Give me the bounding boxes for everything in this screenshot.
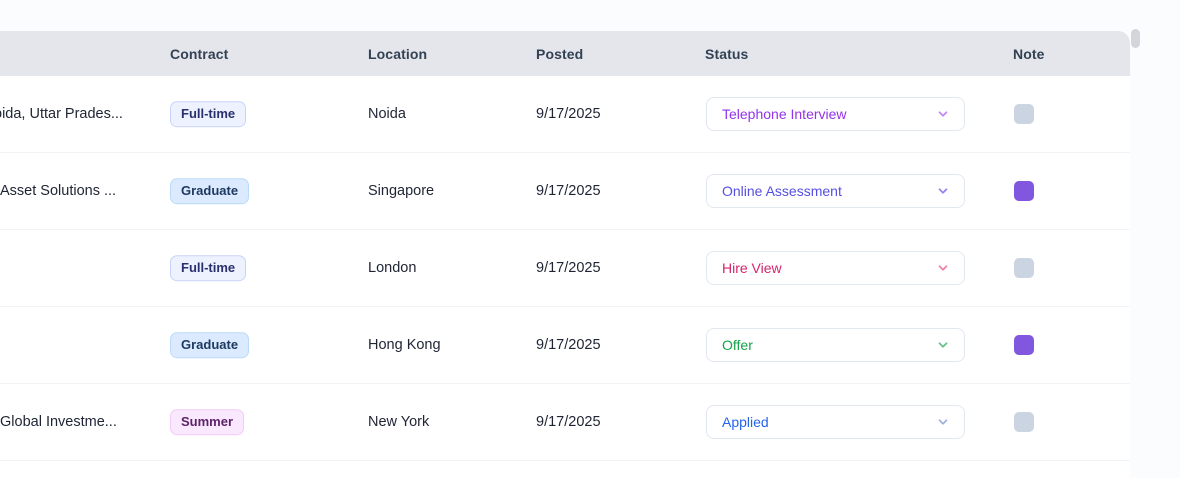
table-row: oida, Uttar Prades... Full-time Noida 9/… bbox=[0, 76, 1130, 153]
note-button[interactable] bbox=[1014, 258, 1034, 278]
posted-date-text: 9/17/2025 bbox=[536, 414, 601, 430]
status-dropdown[interactable]: Applied bbox=[706, 405, 965, 439]
contract-badge: Full-time bbox=[170, 101, 246, 127]
location-text: London bbox=[368, 260, 416, 276]
contract-badge: Summer bbox=[170, 409, 244, 435]
status-dropdown-value: Telephone Interview bbox=[722, 106, 847, 122]
table-row: Graduate Hong Kong 9/17/2025 Offer bbox=[0, 307, 1130, 384]
status-dropdown-value: Offer bbox=[722, 337, 753, 353]
note-button[interactable] bbox=[1014, 412, 1034, 432]
column-header-status: Status bbox=[705, 46, 748, 62]
contract-badge: Full-time bbox=[170, 255, 246, 281]
column-header-location: Location bbox=[368, 46, 427, 62]
company-location-text: Asset Solutions ... bbox=[0, 183, 116, 199]
column-header-note: Note bbox=[1013, 46, 1045, 62]
company-location-text: Global Investme... bbox=[0, 414, 117, 430]
posted-date-text: 9/17/2025 bbox=[536, 337, 601, 353]
posted-date-text: 9/17/2025 bbox=[536, 106, 601, 122]
status-dropdown[interactable]: Telephone Interview bbox=[706, 97, 965, 131]
chevron-down-icon bbox=[936, 415, 950, 429]
location-text: Hong Kong bbox=[368, 337, 441, 353]
note-button[interactable] bbox=[1014, 104, 1034, 124]
chevron-down-icon bbox=[936, 338, 950, 352]
location-text: Singapore bbox=[368, 183, 434, 199]
table-row: Full-time London 9/17/2025 Hire View bbox=[0, 230, 1130, 307]
chevron-down-icon bbox=[936, 184, 950, 198]
contract-badge: Graduate bbox=[170, 178, 249, 204]
location-text: New York bbox=[368, 414, 429, 430]
chevron-down-icon bbox=[936, 107, 950, 121]
contract-badge: Graduate bbox=[170, 332, 249, 358]
table-row: Global Investme... Summer New York 9/17/… bbox=[0, 384, 1130, 461]
table-row: Asset Solutions ... Graduate Singapore 9… bbox=[0, 153, 1130, 230]
status-dropdown-value: Online Assessment bbox=[722, 183, 842, 199]
posted-date-text: 9/17/2025 bbox=[536, 183, 601, 199]
posted-date-text: 9/17/2025 bbox=[536, 260, 601, 276]
location-text: Noida bbox=[368, 106, 406, 122]
status-dropdown[interactable]: Offer bbox=[706, 328, 965, 362]
chevron-down-icon bbox=[936, 261, 950, 275]
note-button[interactable] bbox=[1014, 181, 1034, 201]
status-dropdown-value: Hire View bbox=[722, 260, 782, 276]
column-header-posted: Posted bbox=[536, 46, 583, 62]
note-button[interactable] bbox=[1014, 335, 1034, 355]
vertical-scrollbar-thumb[interactable] bbox=[1131, 29, 1140, 48]
jobs-table: Contract Location Posted Status Note oid… bbox=[0, 31, 1130, 478]
company-location-text: oida, Uttar Prades... bbox=[0, 106, 123, 122]
status-dropdown[interactable]: Online Assessment bbox=[706, 174, 965, 208]
table-header-row: Contract Location Posted Status Note bbox=[0, 31, 1130, 76]
status-dropdown[interactable]: Hire View bbox=[706, 251, 965, 285]
status-dropdown-value: Applied bbox=[722, 414, 769, 430]
column-header-contract: Contract bbox=[170, 46, 228, 62]
